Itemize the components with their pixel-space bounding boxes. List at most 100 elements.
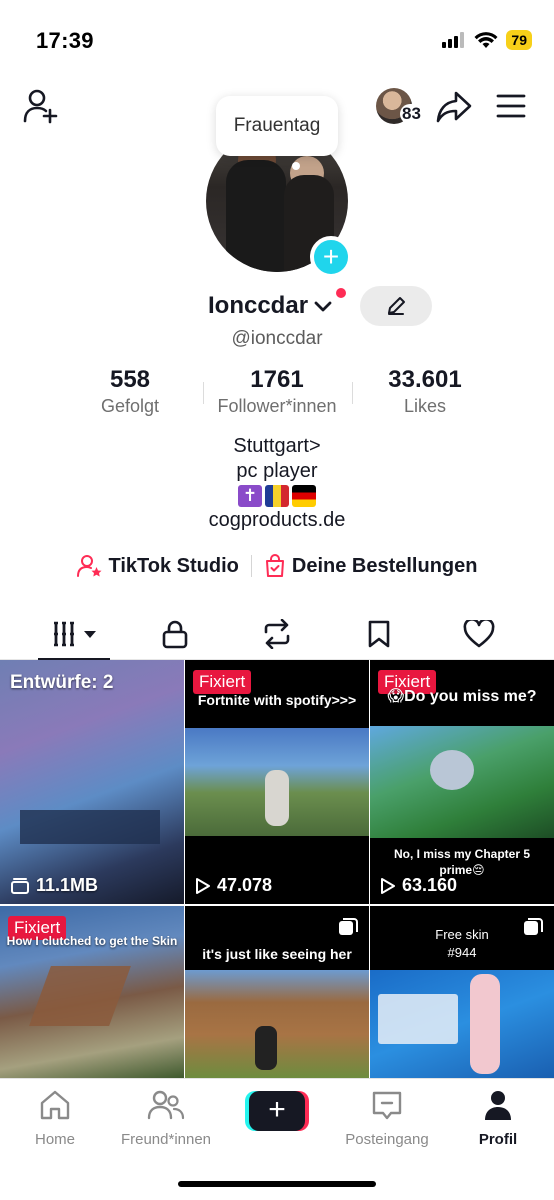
orders-label: Deine Bestellungen <box>291 554 478 577</box>
content-tabs <box>0 604 554 660</box>
tiktok-studio-label: TikTok Studio <box>108 554 239 577</box>
stat-likes[interactable]: 33.601 Likes <box>370 366 480 417</box>
romania-flag-icon <box>265 485 289 507</box>
tab-reposts[interactable] <box>252 614 302 654</box>
home-indicator <box>178 1181 376 1187</box>
cross-emoji-icon: ✝ <box>238 485 262 507</box>
play-icon <box>196 877 210 894</box>
profile-links: TikTok Studio Deine Bestellungen <box>0 554 554 578</box>
video-caption: it's just like seeing her <box>202 946 352 962</box>
video-views-count: 63.160 <box>402 875 458 895</box>
nav-profile[interactable]: Profil <box>443 1089 553 1148</box>
video-views: 47.078 <box>195 875 272 896</box>
germany-flag-icon <box>292 485 316 507</box>
username-row[interactable]: Ionccdar <box>208 292 334 320</box>
draft-size-value: 11.1MB <box>36 875 99 895</box>
stat-likes-label: Likes <box>403 396 447 416</box>
draft-video-thumbnail[interactable]: Entwürfe: 2 11.1MB <box>0 660 184 904</box>
tiktok-studio-link[interactable]: TikTok Studio <box>76 554 239 578</box>
add-friend-icon[interactable] <box>22 88 60 124</box>
avatar-count-badge: 83 <box>400 104 423 124</box>
status-icons: 79 <box>442 30 532 50</box>
battery-indicator: 79 <box>506 30 532 50</box>
stats-divider <box>352 382 353 404</box>
pinned-badge: Fixiert <box>193 670 252 694</box>
bio-link[interactable]: cogproducts.de <box>0 508 554 533</box>
drafts-stack-icon <box>11 877 29 894</box>
pencil-icon <box>388 297 405 315</box>
video-views: 63.160 <box>380 875 457 896</box>
bio-line-2: pc player <box>236 460 318 482</box>
video-views-count: 47.078 <box>217 875 273 895</box>
grid-videos-icon <box>54 621 96 647</box>
nav-inbox-label: Posteingang <box>345 1131 429 1148</box>
stats-divider <box>203 382 204 404</box>
create-plus-icon: + <box>249 1091 305 1131</box>
tooltip-pointer <box>292 162 300 170</box>
status-bar: 17:39 79 <box>0 0 554 80</box>
status-time: 17:39 <box>36 28 94 53</box>
video-grid: Entwürfe: 2 11.1MB Fixiert Fortnite with… <box>0 660 554 1078</box>
drafts-label: Entwürfe: 2 <box>10 672 114 693</box>
video-thumbnail[interactable]: Fixiert Fortnite with spotify>>> 47.078 <box>185 660 369 904</box>
video-thumbnail[interactable]: it's just like seeing her <box>185 906 369 1078</box>
shopping-bag-icon <box>265 554 284 577</box>
photo-carousel-icon <box>339 918 358 935</box>
profile-stats: 558 Gefolgt 1761 Follower*innen 33.601 L… <box>0 366 554 426</box>
tab-liked[interactable] <box>454 614 504 654</box>
video-caption: Fortnite with spotify>>> <box>197 692 357 708</box>
bookmark-icon <box>368 620 390 648</box>
video-thumbnail[interactable]: Fixiert 😱Do you miss me? No, I miss my C… <box>370 660 554 904</box>
username: Ionccdar <box>208 292 309 319</box>
share-icon[interactable] <box>436 90 472 124</box>
nav-friends[interactable]: Freund*innen <box>111 1089 221 1148</box>
stat-following-label: Gefolgt <box>100 396 160 416</box>
cellular-signal-icon <box>442 32 465 48</box>
lock-icon <box>162 620 188 649</box>
nav-inbox[interactable]: Posteingang <box>332 1089 442 1148</box>
video-thumbnail[interactable]: Fixiert How I clutched to get the Skin <box>0 906 184 1078</box>
video-caption: How I clutched to get the Skin <box>6 934 178 948</box>
play-icon <box>381 877 395 894</box>
stat-following[interactable]: 558 Gefolgt <box>80 366 180 417</box>
wifi-icon <box>474 32 498 48</box>
home-icon <box>40 1090 70 1120</box>
nav-home-label: Home <box>34 1131 75 1148</box>
bio-line-1: Stuttgart> <box>233 435 321 457</box>
stat-following-value: 558 <box>109 366 151 393</box>
edit-profile-button[interactable] <box>360 286 432 326</box>
video-subcaption: No, I miss my Chapter 5 prime😔 <box>393 847 531 877</box>
nav-profile-label: Profil <box>478 1131 518 1148</box>
links-divider <box>250 555 252 577</box>
stat-followers-label: Follower*innen <box>217 396 337 416</box>
creator-star-icon <box>76 555 101 577</box>
tab-private[interactable] <box>150 614 200 654</box>
nav-home[interactable]: Home <box>0 1089 110 1148</box>
stat-followers[interactable]: 1761 Follower*innen <box>200 366 354 417</box>
repost-icon <box>264 619 290 649</box>
add-story-button[interactable]: + <box>310 236 352 278</box>
notification-dot <box>336 288 346 298</box>
photo-carousel-icon <box>524 918 543 935</box>
friends-icon <box>147 1090 185 1120</box>
orders-link[interactable]: Deine Bestellungen <box>264 554 478 578</box>
user-handle: @ionccdar <box>231 328 323 349</box>
stat-likes-value: 33.601 <box>388 366 462 393</box>
video-caption-line-2: #944 <box>447 945 477 960</box>
create-button[interactable]: + <box>245 1091 309 1131</box>
bio-emoji-row: ✝ <box>0 485 554 507</box>
menu-icon[interactable] <box>496 94 526 118</box>
stat-followers-value: 1761 <box>250 366 304 393</box>
video-caption: 😱Do you miss me? <box>387 688 537 705</box>
nav-friends-label: Freund*innen <box>120 1131 212 1148</box>
tab-saved[interactable] <box>354 614 404 654</box>
draft-size: 11.1MB <box>10 875 98 896</box>
tab-videos[interactable] <box>48 614 104 654</box>
note-tooltip[interactable]: Frauentag <box>216 96 338 156</box>
profile-icon <box>485 1091 511 1120</box>
video-thumbnail[interactable]: Free skin #944 <box>370 906 554 1078</box>
bio: Stuttgart> pc player ✝ cogproducts.de <box>0 434 554 533</box>
chevron-down-icon <box>314 301 332 312</box>
inbox-icon <box>372 1091 402 1120</box>
heart-icon <box>463 620 495 648</box>
